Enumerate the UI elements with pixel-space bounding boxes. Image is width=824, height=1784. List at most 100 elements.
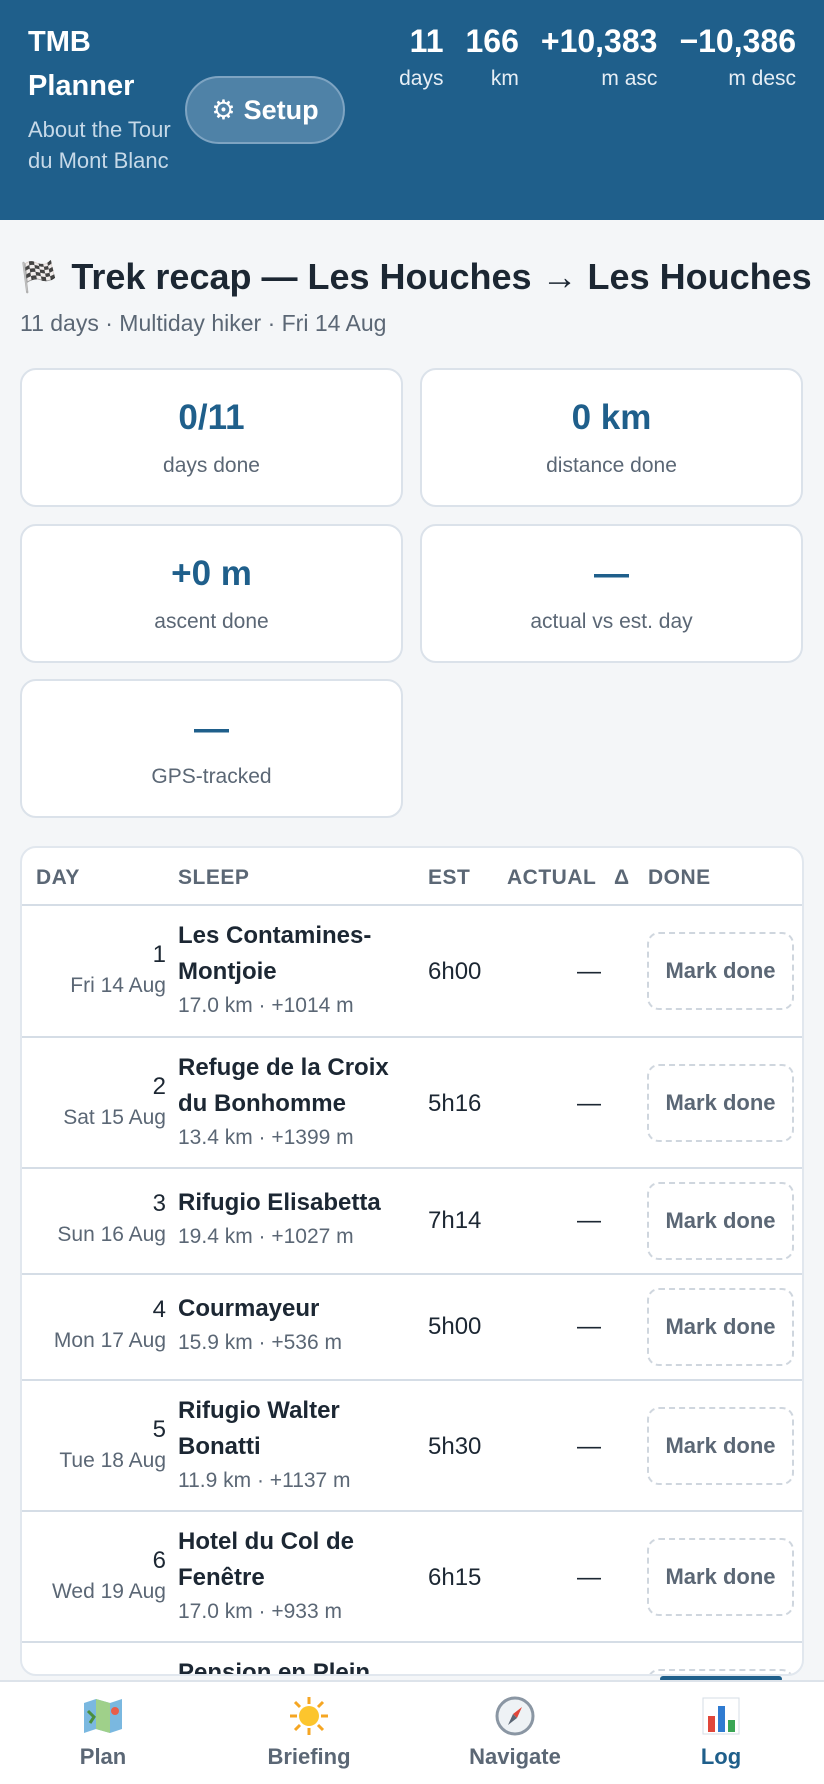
sleep-meta: 15.9 km · +536 m	[178, 1331, 342, 1354]
table-row: 6 Wed 19 Aug Hotel du Col de Fenêtre 17.…	[22, 1512, 802, 1643]
mark-done-button[interactable]: Mark done	[647, 1182, 794, 1260]
sleep-name: Hotel du Col de Fenêtre	[178, 1528, 354, 1591]
actual-time: —	[577, 958, 601, 985]
brand: TMB Planner About the Tour du Mont Blanc	[28, 20, 198, 176]
day-date: Fri 14 Aug	[70, 974, 166, 997]
sleep-cell: Rifugio Elisabetta 19.4 km · +1027 m	[178, 1185, 403, 1253]
day-number: 4	[152, 1296, 166, 1323]
actual-time: —	[577, 1207, 601, 1234]
table-row: 2 Sat 15 Aug Refuge de la Croix du Bonho…	[22, 1038, 802, 1169]
sleep-name: Rifugio Elisabetta	[178, 1189, 381, 1216]
est-time: 7h14	[428, 1207, 482, 1234]
sleep-name: Les Contamines-Montjoie	[178, 922, 372, 985]
est-time: 5h30	[428, 1433, 482, 1460]
nav-plan[interactable]: Plan	[0, 1682, 206, 1784]
header-day: DAY	[36, 866, 80, 889]
card-label: days done	[163, 454, 260, 477]
day-cell: 5 Tue 18 Aug	[59, 1415, 166, 1477]
table-row: 5 Tue 18 Aug Rifugio Walter Bonatti 11.9…	[22, 1381, 802, 1512]
setup-label: Setup	[243, 94, 319, 125]
actual-time: —	[577, 1313, 601, 1340]
card-label: ascent done	[154, 610, 269, 633]
nav-label: Log	[700, 1744, 742, 1769]
day-date: Sun 16 Aug	[57, 1223, 166, 1246]
stat-unit: m asc	[601, 67, 658, 90]
day-number: 2	[152, 1073, 166, 1100]
day-date: Wed 19 Aug	[51, 1580, 166, 1603]
nav-log[interactable]: Log	[618, 1682, 824, 1784]
actual-time: —	[577, 1090, 601, 1117]
table-row: 3 Sun 16 Aug Rifugio Elisabetta 19.4 km …	[22, 1169, 802, 1275]
header-done: DONE	[648, 866, 711, 889]
day-cell: 6 Wed 19 Aug	[52, 1546, 166, 1608]
stat-value: 11	[409, 23, 444, 59]
trek-stats: 11 days 166 km +10,383 m asc −10,386 m d…	[399, 20, 796, 96]
about-link[interactable]: About the Tour du Mont Blanc	[28, 114, 198, 176]
table-header: DAY SLEEP EST ACTUAL Δ DONE	[22, 848, 802, 906]
card-gps-tracked: — GPS-tracked	[20, 679, 403, 818]
est-time: 5h00	[428, 1313, 482, 1340]
nav-label: Briefing	[267, 1744, 351, 1769]
day-cell: 3 Sun 16 Aug	[57, 1189, 166, 1251]
stat-distance: 166 km	[465, 20, 518, 96]
card-label: GPS-tracked	[151, 765, 272, 788]
day-number: 5	[152, 1416, 166, 1443]
sleep-cell: Les Contamines-Montjoie 17.0 km · +1014 …	[178, 918, 403, 1022]
table-row: Pension en Plein	[22, 1643, 802, 1676]
nav-navigate[interactable]: Navigate	[412, 1682, 618, 1784]
mark-done-button[interactable]	[647, 1669, 794, 1674]
day-date: Sat 15 Aug	[63, 1106, 166, 1129]
header-actual: ACTUAL	[507, 866, 597, 889]
mark-done-button[interactable]: Mark done	[647, 1064, 794, 1142]
header-sleep: SLEEP	[178, 866, 250, 889]
card-distance-done: 0 km distance done	[420, 368, 803, 507]
stat-unit: days	[399, 67, 444, 90]
mark-done-button[interactable]: Mark done	[647, 932, 794, 1010]
day-cell: 4 Mon 17 Aug	[54, 1295, 166, 1357]
est-time: 6h15	[428, 1564, 482, 1591]
bar-chart-icon	[618, 1694, 824, 1738]
stat-unit: m desc	[728, 67, 796, 90]
stat-days: 11 days	[399, 20, 443, 96]
sleep-cell: Refuge de la Croix du Bonhomme 13.4 km ·…	[178, 1050, 403, 1154]
card-value: 0/11	[178, 398, 245, 437]
sleep-name: Rifugio Walter Bonatti	[178, 1397, 340, 1460]
card-value: +0 m	[171, 554, 252, 593]
sleep-name: Pension en Plein	[178, 1659, 371, 1676]
gear-icon: ⚙	[211, 94, 236, 125]
day-log-table: DAY SLEEP EST ACTUAL Δ DONE 1 Fri 14 Aug…	[20, 846, 804, 1676]
stat-descent: −10,386 m desc	[679, 20, 796, 96]
day-cell: 2 Sat 15 Aug	[63, 1072, 166, 1134]
day-number: 1	[152, 941, 166, 968]
sleep-cell: Rifugio Walter Bonatti 11.9 km · +1137 m	[178, 1393, 403, 1497]
chequered-flag-icon: 🏁	[20, 260, 58, 294]
day-cell: 1 Fri 14 Aug	[70, 940, 166, 1002]
nav-briefing[interactable]: Briefing	[206, 1682, 412, 1784]
compass-icon	[412, 1694, 618, 1738]
table-row: 4 Mon 17 Aug Courmayeur 15.9 km · +536 m…	[22, 1275, 802, 1381]
day-date: Tue 18 Aug	[59, 1449, 166, 1472]
stat-value: 166	[465, 23, 519, 59]
setup-button[interactable]: ⚙ Setup	[185, 76, 345, 144]
sleep-meta: 17.0 km · +1014 m	[178, 994, 354, 1017]
mark-done-button[interactable]: Mark done	[647, 1538, 794, 1616]
mark-done-button[interactable]: Mark done	[647, 1288, 794, 1366]
card-ascent-done: +0 m ascent done	[20, 524, 403, 663]
header-est: EST	[428, 866, 471, 889]
sleep-cell: Hotel du Col de Fenêtre 17.0 km · +933 m	[178, 1524, 403, 1628]
sleep-cell: Courmayeur 15.9 km · +536 m	[178, 1291, 403, 1359]
sleep-meta: 17.0 km · +933 m	[178, 1600, 342, 1623]
card-value: —	[194, 709, 229, 748]
est-time: 5h16	[428, 1090, 482, 1117]
day-number: 6	[152, 1547, 166, 1574]
stat-unit: km	[490, 67, 519, 90]
sleep-meta: 13.4 km · +1399 m	[178, 1126, 354, 1149]
mark-done-button[interactable]: Mark done	[647, 1407, 794, 1485]
card-label: actual vs est. day	[530, 610, 693, 633]
nav-label: Navigate	[469, 1744, 561, 1769]
sleep-meta: 19.4 km · +1027 m	[178, 1225, 354, 1248]
sleep-meta: 11.9 km · +1137 m	[178, 1469, 351, 1492]
day-date: Mon 17 Aug	[53, 1329, 166, 1352]
recap-subtitle: 11 days · Multiday hiker · Fri 14 Aug	[20, 310, 387, 336]
card-actual-vs-est: — actual vs est. day	[420, 524, 803, 663]
